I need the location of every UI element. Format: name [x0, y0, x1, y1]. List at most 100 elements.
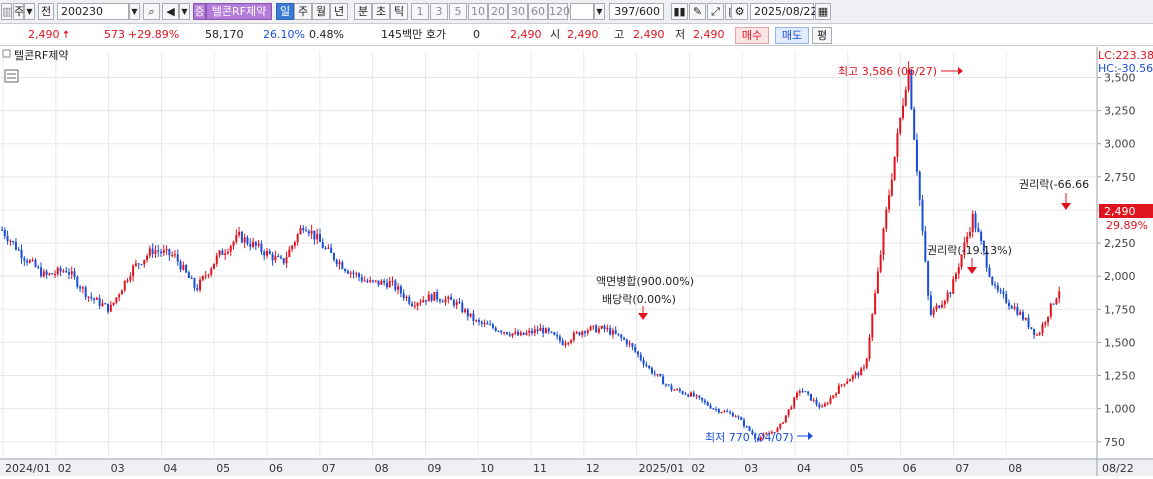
- hc-label: HC:-30.56: [1098, 62, 1153, 75]
- interval-1[interactable]: 1: [411, 3, 429, 20]
- gear-icon[interactable]: ⚙: [731, 3, 748, 20]
- candle-body: [185, 265, 188, 273]
- tab-minute[interactable]: 분: [354, 3, 372, 20]
- candle-body: [327, 247, 330, 249]
- candle-body: [729, 412, 732, 414]
- table-view-icon[interactable]: [4, 69, 19, 83]
- candle-body: [182, 265, 185, 270]
- price-chart[interactable]: 7501,0001,2501,5001,7502,0002,2502,5002,…: [0, 47, 1153, 476]
- candle-body: [664, 384, 667, 386]
- y-tick-label: 1,750: [1104, 303, 1136, 316]
- code-input[interactable]: 200230: [57, 3, 129, 20]
- candle-body: [31, 260, 34, 262]
- prev-button[interactable]: 전: [38, 3, 54, 20]
- candle-body: [6, 236, 9, 242]
- interval-dropdown-icon[interactable]: ▼: [594, 3, 605, 20]
- tab-tick[interactable]: 틱: [390, 3, 408, 20]
- zoom-tool-icon[interactable]: ⤢: [707, 3, 724, 20]
- search-icon[interactable]: ⌕: [143, 3, 160, 20]
- date-input[interactable]: 2025/08/22: [750, 3, 817, 20]
- candle-body: [109, 304, 112, 312]
- candle-body: [706, 402, 709, 406]
- calendar-icon[interactable]: ▦: [815, 3, 831, 20]
- sell-button[interactable]: 매도: [775, 27, 809, 44]
- candle-body: [821, 406, 824, 408]
- candle-body: [595, 325, 598, 333]
- last-change-tag: 29.89%: [1106, 219, 1148, 232]
- grid-icon[interactable]: ▥: [1, 3, 12, 20]
- tab-year[interactable]: 년: [330, 3, 348, 20]
- candle-body: [115, 297, 118, 303]
- candle-body: [282, 258, 285, 264]
- candle-body: [592, 325, 595, 327]
- draw-tool-icon[interactable]: ✎: [689, 3, 706, 20]
- candle-body: [946, 292, 949, 301]
- candle-body: [519, 332, 522, 336]
- candle-body: [720, 412, 723, 414]
- y-tick-label: 2,000: [1104, 270, 1136, 283]
- candle-body: [302, 228, 305, 231]
- speaker-dropdown-icon[interactable]: ▼: [179, 3, 190, 20]
- period-label[interactable]: 주: [13, 3, 24, 20]
- x-tick-label: 04: [163, 462, 177, 475]
- min-label: 최저 770 (04/07): [705, 431, 794, 444]
- speaker-icon[interactable]: ◀: [162, 3, 179, 20]
- interval-30[interactable]: 30: [508, 3, 528, 20]
- interval-10[interactable]: 10: [468, 3, 488, 20]
- candle-body: [1027, 317, 1030, 328]
- stock-name[interactable]: 텔콘RF제약: [206, 3, 272, 20]
- y-tick-label: 1,000: [1104, 403, 1136, 416]
- interval-60[interactable]: 60: [528, 3, 548, 20]
- tab-week[interactable]: 주: [294, 3, 312, 20]
- candle-body: [480, 321, 483, 324]
- candle-body: [893, 156, 896, 180]
- candle-body: [712, 408, 715, 410]
- candle-body: [299, 228, 302, 235]
- custom-interval-input[interactable]: [570, 3, 594, 20]
- interval-5[interactable]: 5: [449, 3, 467, 20]
- flat-button[interactable]: 평: [812, 27, 832, 44]
- candle-body: [698, 395, 701, 398]
- candle-body: [388, 280, 391, 288]
- tab-month[interactable]: 월: [312, 3, 330, 20]
- candle-body: [151, 248, 154, 254]
- candle-body: [483, 323, 486, 325]
- interval-3[interactable]: 3: [430, 3, 448, 20]
- candle-body: [332, 252, 335, 260]
- candle-body: [603, 326, 606, 330]
- candle-body: [213, 263, 215, 269]
- interval-120[interactable]: 120: [548, 3, 570, 20]
- candle-body: [385, 282, 388, 288]
- candle-body: [494, 327, 497, 332]
- candle-body: [840, 384, 843, 386]
- candle-body: [614, 330, 617, 334]
- candle-body: [193, 278, 196, 288]
- tab-day[interactable]: 일: [276, 3, 294, 20]
- y-tick-label: 1,500: [1104, 336, 1136, 349]
- candle-body: [438, 299, 441, 302]
- candle-body: [1002, 291, 1005, 294]
- candle-body: [1044, 322, 1047, 325]
- candle-body: [531, 330, 533, 334]
- count-field[interactable]: 397/600: [609, 3, 664, 20]
- candle-body: [678, 389, 681, 392]
- x-tick-label: 05: [216, 462, 230, 475]
- chart-svg[interactable]: 7501,0001,2501,5001,7502,0002,2502,5002,…: [0, 47, 1153, 476]
- candle-body: [335, 259, 338, 265]
- chevron-down-icon[interactable]: ▼: [24, 3, 35, 20]
- candle-body: [835, 393, 838, 396]
- code-dropdown-icon[interactable]: ▼: [129, 3, 140, 20]
- interval-20[interactable]: 20: [488, 3, 508, 20]
- candle-body: [204, 275, 207, 277]
- y-tick-label: 3,250: [1104, 105, 1136, 118]
- candle-body: [653, 373, 656, 375]
- buy-button[interactable]: 매수: [735, 27, 769, 44]
- candle-body: [1047, 316, 1050, 323]
- candle-body: [514, 331, 517, 334]
- candle-body: [536, 329, 539, 332]
- candle-body: [146, 255, 149, 260]
- candle-settings-icon[interactable]: ▮▮: [671, 3, 688, 20]
- candle-body: [427, 294, 430, 302]
- candle-body: [422, 300, 425, 303]
- tab-second[interactable]: 초: [372, 3, 390, 20]
